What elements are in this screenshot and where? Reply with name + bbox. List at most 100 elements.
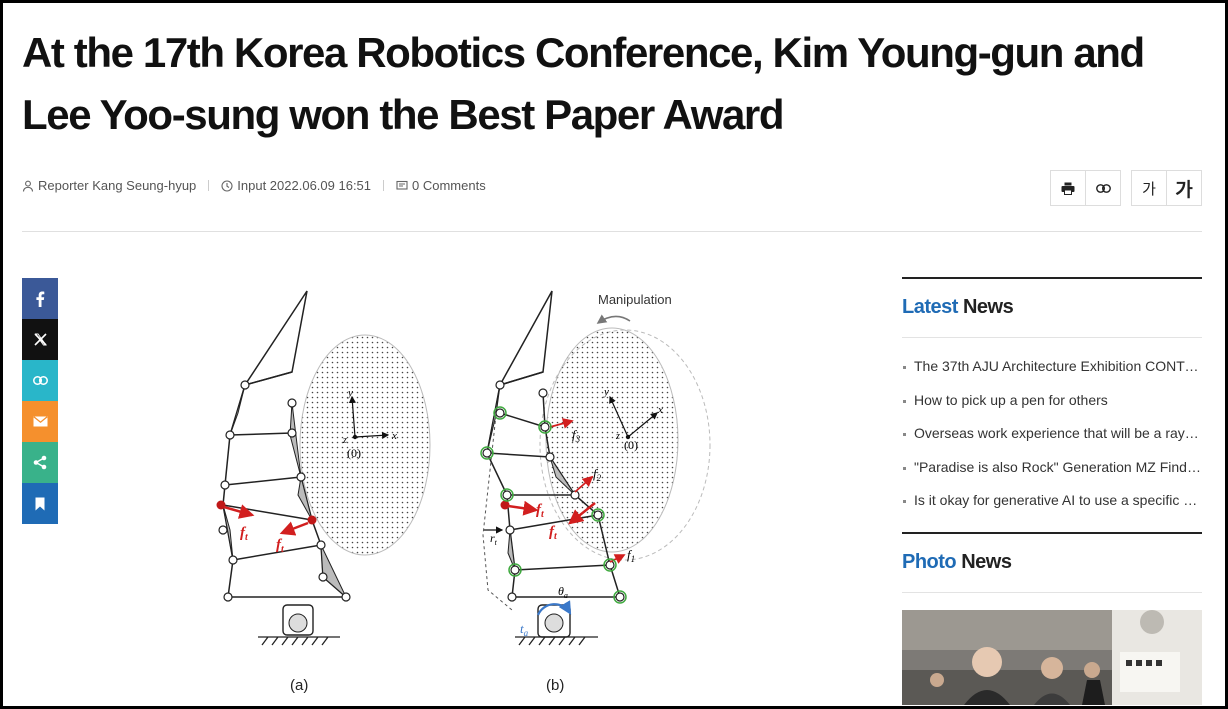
article-headline: At the 17th Korea Robotics Conference, K… <box>22 29 1145 138</box>
force-label: ft <box>240 525 249 543</box>
person-icon <box>22 180 34 192</box>
axis-x-label: x <box>657 404 663 416</box>
facebook-icon <box>36 291 45 307</box>
force-label: ft <box>549 524 558 542</box>
header-divider <box>22 231 1202 232</box>
figure-caption-a: (a) <box>290 677 309 694</box>
share-email-button[interactable] <box>22 401 58 442</box>
origin-label: (0) <box>624 438 638 452</box>
ta-label: ta <box>520 621 529 638</box>
link-icon <box>1095 183 1111 193</box>
panel-b: Manipulation f3 f2 f1 ft ft rt ta θa x y… <box>480 290 711 646</box>
x-icon <box>33 333 47 346</box>
object-ellipse <box>545 327 679 553</box>
input-time: Input 2022.06.09 16:51 <box>221 178 371 193</box>
rt-label: rt <box>490 531 498 547</box>
axis-z-label: z <box>342 435 347 446</box>
panel-a: x y z (0) ft ft <box>216 290 431 646</box>
ground <box>258 636 340 646</box>
share-icon <box>33 455 47 470</box>
font-size-tools: 가 가 <box>1131 170 1202 206</box>
share-more-button[interactable] <box>22 442 58 483</box>
reporter-name: Reporter Kang Seung-hyup <box>38 178 197 193</box>
input-date: Input 2022.06.09 16:51 <box>237 178 372 193</box>
bookmark-icon <box>35 497 45 510</box>
comment-icon <box>396 180 408 190</box>
article-meta: Reporter Kang Seung-hyup Input 2022.06.0… <box>22 178 486 193</box>
force-subscript: t <box>281 544 285 555</box>
rt-subscript: t <box>495 538 498 547</box>
share-bar <box>22 278 58 524</box>
compliant-segment <box>320 544 347 598</box>
theta-a-label: θa <box>558 584 568 600</box>
base-pivot <box>544 613 564 633</box>
link-icon <box>32 376 48 385</box>
origin-dot <box>352 434 358 440</box>
news-item[interactable]: How to pick up a pen for others <box>902 384 1202 418</box>
share-x-button[interactable] <box>22 319 58 360</box>
force-subscript: t <box>541 509 545 520</box>
share-bookmark-button[interactable] <box>22 483 58 524</box>
clock-icon <box>221 179 233 192</box>
force-subscript: t <box>245 532 249 543</box>
manipulation-arrow <box>596 314 631 324</box>
font-smaller-button[interactable]: 가 <box>1132 171 1167 205</box>
latest-news-section: Latest News The 37th AJU Architecture Ex… <box>902 277 1202 518</box>
finger-tip <box>498 290 553 387</box>
force-arrow <box>507 500 539 516</box>
photo-news-image[interactable] <box>902 610 1202 705</box>
meta-divider <box>208 180 210 191</box>
meta-divider <box>383 180 385 191</box>
object-ellipse <box>299 334 431 556</box>
photo-news-accent: Photo <box>902 551 957 573</box>
latest-news-title: Latest News <box>902 277 1202 338</box>
theta-a-subscript: a <box>564 591 568 600</box>
news-item[interactable]: Is it okay for generative AI to use a sp… <box>902 484 1202 518</box>
manipulation-label: Manipulation <box>598 292 672 307</box>
latest-news-rest: News <box>957 296 1014 318</box>
robot-finger-diagram: x y z (0) ft ft Manipulation f3 f2 f1 ft… <box>216 290 711 646</box>
copy-link-button[interactable] <box>1086 171 1120 205</box>
news-item[interactable]: "Paradise is also Rock" Generation MZ Fi… <box>902 451 1202 485</box>
news-item[interactable]: Overseas work experience that will be a … <box>902 417 1202 451</box>
force-label: ft <box>536 502 545 520</box>
force-subscript: t <box>554 531 558 542</box>
comment-label: 0 Comments <box>412 178 486 193</box>
compliant-segment <box>289 402 302 478</box>
dashed-guide <box>482 414 513 611</box>
force-arrow <box>279 521 309 536</box>
photo-news-section: Photo News <box>902 532 1202 593</box>
force-label: ft <box>276 537 285 555</box>
origin-label: (0) <box>347 446 361 460</box>
finger-tip <box>243 290 308 387</box>
mail-icon <box>32 416 48 427</box>
axis-x-label: x <box>391 430 397 442</box>
comment-count[interactable]: 0 Comments <box>396 178 486 193</box>
photo-news-rest: News <box>956 551 1012 573</box>
share-link-button[interactable] <box>22 360 58 401</box>
latest-news-accent: Latest <box>902 296 958 318</box>
latest-news-list: The 37th AJU Architecture Exhibition CON… <box>902 338 1202 518</box>
ground <box>515 636 598 646</box>
base-pivot <box>288 613 308 633</box>
compliant-segment <box>229 384 246 436</box>
print-button[interactable] <box>1051 171 1086 205</box>
f3-subscript: 3 <box>575 434 581 444</box>
axis-y-label: y <box>603 386 609 398</box>
axis-y-label: y <box>347 387 353 399</box>
news-item[interactable]: The 37th AJU Architecture Exhibition CON… <box>902 350 1202 384</box>
reporter-info: Reporter Kang Seung-hyup <box>22 178 196 193</box>
article-figure: x y z (0) ft ft Manipulation f3 f2 f1 ft… <box>200 285 720 700</box>
article-tools: 가 가 <box>1050 170 1202 206</box>
left-link-chain <box>222 384 246 598</box>
f2-subscript: 2 <box>597 473 602 483</box>
share-tools <box>1050 170 1121 206</box>
f1-subscript: 1 <box>631 554 636 564</box>
figure-caption-b: (b) <box>546 677 565 694</box>
print-icon <box>1061 182 1075 195</box>
share-facebook-button[interactable] <box>22 278 58 319</box>
contact-point <box>307 515 317 525</box>
axis-z-label: z <box>615 431 620 442</box>
font-larger-button[interactable]: 가 <box>1167 171 1201 205</box>
photo-news-title: Photo News <box>902 532 1202 593</box>
